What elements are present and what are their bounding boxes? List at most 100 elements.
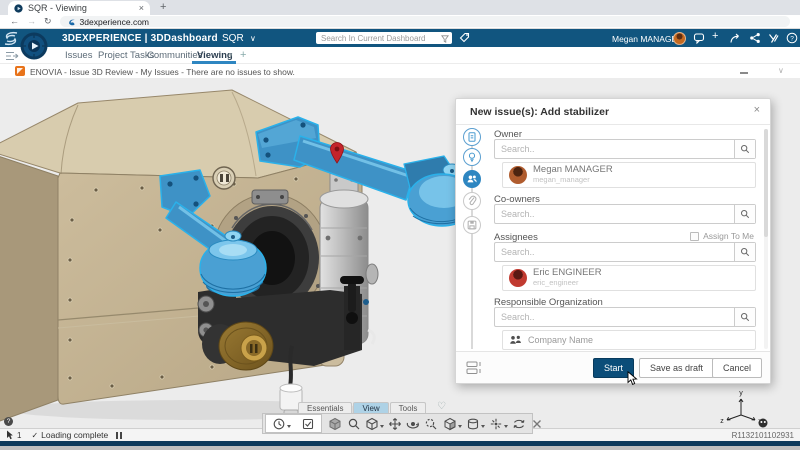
dialog-footer: Start Save as draft Cancel (456, 351, 770, 383)
owner-search-input[interactable] (495, 140, 734, 158)
zoom-lasso-icon[interactable] (424, 417, 438, 431)
coowners-search-icon[interactable] (734, 205, 755, 223)
group-icon (509, 335, 522, 345)
browser-tab[interactable]: SQR - Viewing × (8, 1, 150, 15)
loading-status: Loading complete (41, 430, 108, 440)
turntable-icon[interactable] (512, 417, 526, 431)
model-display-icon[interactable] (443, 417, 462, 431)
responsible-org-search-icon[interactable] (734, 308, 755, 326)
step-save-icon[interactable] (463, 216, 481, 234)
swym-icon[interactable] (767, 32, 779, 44)
explode-icon[interactable] (489, 417, 508, 431)
coowners-search (494, 204, 756, 224)
checkbox-box[interactable] (690, 232, 699, 241)
assign-to-me-checkbox[interactable]: Assign To Me (690, 231, 754, 241)
assign-to-me-label: Assign To Me (703, 231, 754, 241)
dialog-close-icon[interactable]: × (754, 104, 760, 116)
favorites-heart-icon[interactable]: ♡ (437, 401, 446, 412)
dialog-divider (456, 124, 770, 125)
tab-issues[interactable]: Issues (65, 50, 92, 61)
reload-icon[interactable]: ↻ (44, 17, 52, 26)
help-icon[interactable]: ? (786, 32, 798, 44)
assignee-person-card[interactable]: Eric ENGINEER eric_engineer (502, 265, 756, 291)
step-location-icon[interactable] (463, 148, 481, 166)
tag-icon[interactable] (459, 32, 470, 43)
widget-menu-icon[interactable]: ∨ (778, 66, 784, 75)
breadcrumb: ENOVIA - Issue 3D Review - My Issues - T… (30, 67, 295, 77)
back-icon[interactable]: ← (10, 17, 19, 26)
selection-count: 1 (17, 431, 21, 440)
close-toolbar-icon[interactable] (530, 417, 544, 431)
app-name[interactable]: SQR (222, 33, 244, 44)
probe-cable (290, 346, 292, 386)
url-field[interactable]: 3dexperience.com (60, 16, 790, 27)
save-as-draft-button[interactable]: Save as draft (639, 358, 714, 378)
coowners-search-input[interactable] (495, 205, 734, 223)
owner-username: megan_manager (533, 176, 613, 185)
avatar[interactable] (673, 32, 686, 45)
browser-tab-title: SQR - Viewing (28, 3, 134, 13)
search-filter-icon[interactable] (441, 35, 449, 43)
widget-minimize-icon[interactable] (740, 72, 748, 74)
tab-chevron-icon[interactable]: ∨ (228, 51, 233, 59)
forward-icon[interactable]: → (27, 17, 36, 26)
selection-cursor-icon (6, 430, 15, 440)
assignees-search (494, 242, 756, 262)
svg-text:z: z (720, 418, 724, 425)
render-style-icon[interactable] (328, 417, 342, 431)
view-history-icon[interactable] (272, 417, 291, 431)
pan-icon[interactable] (388, 417, 402, 431)
share-network-icon[interactable] (749, 32, 761, 44)
notifications-icon[interactable] (693, 32, 705, 44)
owner-person-card[interactable]: Megan MANAGER megan_manager (502, 162, 756, 188)
assignees-search-input[interactable] (495, 243, 734, 261)
dialog-title: New issue(s): Add stabilizer (470, 106, 609, 118)
responsible-org-search (494, 307, 756, 327)
mouse-cursor (627, 371, 638, 386)
responsible-org-search-input[interactable] (495, 308, 734, 326)
new-tab-icon[interactable]: + (160, 1, 166, 13)
tab-project-tasks[interactable]: Project Tasks (98, 50, 154, 61)
owner-avatar (509, 166, 527, 184)
dassault-logo (3, 31, 19, 46)
zoom-icon[interactable] (347, 417, 361, 431)
assignees-search-icon[interactable] (734, 243, 755, 261)
pause-icon[interactable] (116, 432, 122, 439)
dashboard-search-input[interactable] (316, 32, 452, 44)
selection-check-icon[interactable] (301, 417, 315, 431)
dialog-scrollbar[interactable] (764, 129, 768, 349)
release-version: R1132101102931 (732, 431, 794, 440)
form-fields-icon[interactable] (466, 361, 482, 375)
tab-close-icon[interactable]: × (139, 4, 144, 13)
housing-emblem (213, 167, 235, 189)
app-header: 3DEXPERIENCE | 3DDashboard SQR ∨ Megan M… (0, 29, 800, 47)
app-chevron-icon[interactable]: ∨ (250, 34, 256, 43)
organization-card[interactable]: Company Name (502, 330, 756, 350)
orbit-icon[interactable] (406, 417, 420, 431)
step-attachments-icon[interactable] (463, 192, 481, 210)
bottom-edge (0, 446, 800, 450)
check-icon: ✓ (31, 431, 38, 440)
url-text: 3dexperience.com (80, 17, 149, 27)
assignee-username: eric_engineer (533, 279, 602, 288)
viewer-help-icon[interactable]: ? (4, 417, 13, 426)
tab-communities[interactable]: Communities (147, 50, 202, 61)
owner-search-icon[interactable] (734, 140, 755, 158)
panel-toggle-icon[interactable] (5, 51, 19, 61)
step-details-icon[interactable] (463, 128, 481, 146)
view-cube-icon[interactable] (365, 417, 384, 431)
viewer-icon-bar (262, 413, 533, 434)
browser-tab-strip: SQR - Viewing × + (0, 0, 800, 15)
add-icon[interactable]: + (712, 30, 718, 42)
owner-search (494, 139, 756, 159)
add-tab-icon[interactable]: + (240, 49, 246, 61)
step-people-icon[interactable] (463, 170, 481, 188)
cancel-button[interactable]: Cancel (712, 358, 762, 378)
3dexperience-compass[interactable] (20, 32, 48, 60)
assistant-icon[interactable] (759, 419, 768, 428)
new-issue-dialog: New issue(s): Add stabilizer × Owner (455, 98, 771, 384)
site-icon (68, 18, 76, 26)
section-icon[interactable] (466, 417, 485, 431)
assignee-avatar (509, 269, 527, 287)
share-icon[interactable] (729, 32, 741, 44)
